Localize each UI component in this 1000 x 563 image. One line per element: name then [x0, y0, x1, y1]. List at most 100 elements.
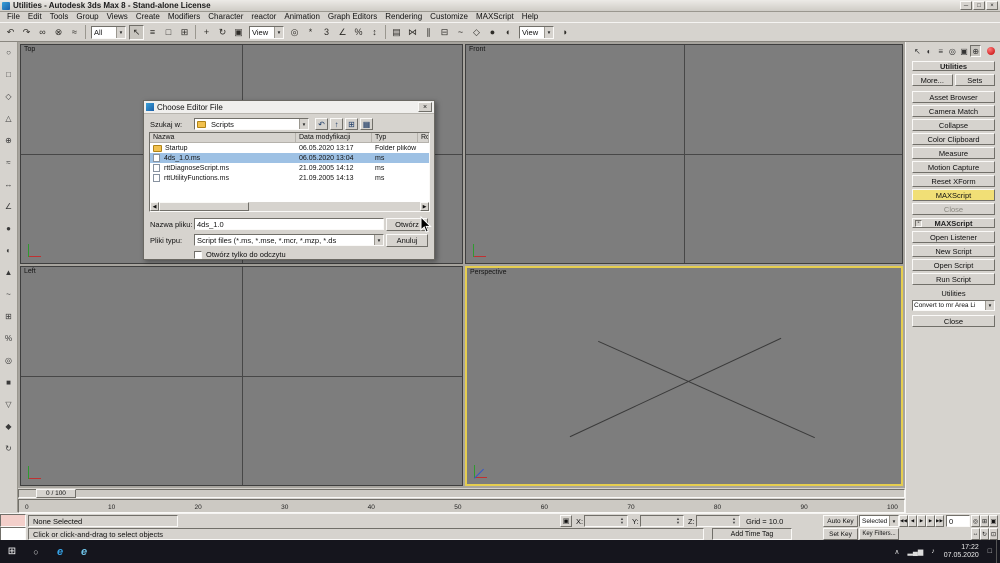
y-coordinate-field[interactable]	[640, 515, 684, 527]
view-menu-icon[interactable]: ▦	[360, 118, 373, 130]
key-filters-button[interactable]: Key Filters...	[859, 528, 899, 540]
utilities-rollout-header[interactable]: Utilities	[912, 61, 995, 71]
add-time-tag[interactable]: Add Time Tag	[712, 528, 792, 540]
column-header-size[interactable]: Ro	[418, 133, 429, 142]
left-tool-icon-9[interactable]: ●	[2, 222, 15, 235]
maximize-button[interactable]: □	[973, 1, 985, 10]
menu-item[interactable]: Edit	[24, 12, 46, 22]
use-pivot-center-icon[interactable]: ◎	[287, 25, 302, 40]
maxscript-rollout-header[interactable]: - MAXScript	[912, 218, 995, 228]
current-frame-field[interactable]: 0	[946, 515, 970, 527]
menu-item[interactable]: Views	[103, 12, 132, 22]
selection-filter-dropdown[interactable]: All▼	[91, 26, 126, 39]
zoom-all-icon[interactable]: ⊞	[980, 515, 989, 527]
camera-match-button[interactable]: Camera Match	[912, 105, 995, 117]
file-type-dropdown[interactable]: Script files (*.ms, *.mse, *.mcr, *.mzp,…	[194, 234, 384, 246]
angle-snap-icon[interactable]: ∠	[335, 25, 350, 40]
viewport-front[interactable]: Front	[465, 44, 903, 264]
tab-display-icon[interactable]: ▣	[959, 45, 970, 57]
goto-start-button[interactable]: ◀◀	[899, 515, 908, 527]
select-and-link-icon[interactable]: ∞	[35, 25, 50, 40]
action-center-icon[interactable]: □	[984, 540, 996, 563]
start-button[interactable]: ⊞	[0, 540, 24, 563]
run-script-button[interactable]: Run Script	[912, 273, 995, 285]
left-tool-icon-15[interactable]: ◎	[2, 354, 15, 367]
unlink-selection-icon[interactable]: ⊗	[51, 25, 66, 40]
snap-toggle-icon[interactable]: 3	[319, 25, 334, 40]
measure-button[interactable]: Measure	[912, 147, 995, 159]
previous-frame-button[interactable]: ◀	[908, 515, 917, 527]
viewport-front-label[interactable]: Front	[469, 46, 485, 53]
time-slider-knob[interactable]: 0 / 100	[36, 489, 76, 498]
show-desktop-button[interactable]	[996, 540, 1000, 563]
quick-render-icon[interactable]: ◑	[557, 25, 572, 40]
maxscript-button[interactable]: MAXScript	[912, 189, 995, 201]
spinner-icon[interactable]	[674, 516, 682, 526]
schematic-view-icon[interactable]: ◇	[469, 25, 484, 40]
left-tool-icon-14[interactable]: %	[2, 332, 15, 345]
menu-item[interactable]: Graph Editors	[324, 12, 381, 22]
left-tool-icon-2[interactable]: □	[2, 68, 15, 81]
x-coordinate-field[interactable]	[584, 515, 628, 527]
color-clipboard-button[interactable]: Color Clipboard	[912, 133, 995, 145]
pan-icon[interactable]: ↔	[971, 528, 980, 540]
left-tool-icon-16[interactable]: ■	[2, 376, 15, 389]
menu-item[interactable]: Modifiers	[164, 12, 204, 22]
select-by-name-icon[interactable]: ≡	[145, 25, 160, 40]
more-button[interactable]: More...	[912, 74, 953, 86]
select-and-scale-icon[interactable]: ▣	[231, 25, 246, 40]
left-tool-icon-13[interactable]: ⊞	[2, 310, 15, 323]
minimize-button[interactable]: ─	[960, 1, 972, 10]
auto-key-button[interactable]: Auto Key	[823, 515, 858, 527]
file-name-input[interactable]: 4ds_1.0	[194, 218, 384, 230]
next-frame-button[interactable]: ▶	[926, 515, 935, 527]
column-header-date[interactable]: Data modyfikacji	[296, 133, 372, 142]
dialog-close-button[interactable]: ×	[418, 102, 432, 112]
render-preset-dropdown[interactable]: View▼	[519, 26, 554, 39]
column-header-name[interactable]: Nazwa	[150, 133, 296, 142]
taskbar-clock[interactable]: 17:22 07.05.2020	[939, 544, 984, 560]
collapse-button[interactable]: Collapse	[912, 119, 995, 131]
edge-taskbar-button[interactable]: e	[48, 540, 72, 563]
zoom-extents-icon[interactable]: ▣	[989, 515, 998, 527]
lock-selection-button[interactable]: ▣	[560, 515, 572, 527]
tab-modify-icon[interactable]: ◐	[924, 45, 935, 57]
scroll-right-icon[interactable]: ▶	[420, 202, 429, 211]
horizontal-scrollbar[interactable]: ◀ ▶	[150, 202, 429, 211]
curve-editor-icon[interactable]: ~	[453, 25, 468, 40]
scrollbar-thumb[interactable]	[159, 202, 249, 211]
network-icon[interactable]: ▂▄▆	[903, 540, 927, 563]
viewport-top-label[interactable]: Top	[24, 46, 35, 53]
zoom-icon[interactable]: ◎	[971, 515, 980, 527]
look-in-dropdown[interactable]: Scripts ▼	[194, 118, 309, 130]
tray-expand-icon[interactable]: ∧	[890, 540, 903, 563]
left-tool-icon-18[interactable]: ◆	[2, 420, 15, 433]
reference-coordinate-dropdown[interactable]: View▼	[249, 26, 284, 39]
left-tool-icon-12[interactable]: ~	[2, 288, 15, 301]
spinner-icon[interactable]	[618, 516, 626, 526]
mr-utility-dropdown[interactable]: Convert to mr Area Li ▼	[912, 300, 995, 311]
rectangular-selection-icon[interactable]: □	[161, 25, 176, 40]
menu-item[interactable]: File	[3, 12, 24, 22]
redo-icon[interactable]: ↷	[19, 25, 34, 40]
file-row[interactable]: Startup 06.05.2020 13:17 Folder plików	[150, 143, 429, 153]
browser-taskbar-button[interactable]: e	[72, 540, 96, 563]
z-coordinate-field[interactable]	[696, 515, 740, 527]
select-and-move-icon[interactable]: +	[199, 25, 214, 40]
spinner-snap-icon[interactable]: ↕	[367, 25, 382, 40]
maxscript-close-button[interactable]: Close	[912, 315, 995, 327]
tab-create-icon[interactable]: ↖	[912, 45, 923, 57]
tab-hierarchy-icon[interactable]: ≡	[935, 45, 946, 57]
play-button[interactable]: ▶	[917, 515, 926, 527]
track-bar[interactable]: 0 10 20 30 40 50 60 70 80 90 100	[18, 499, 905, 513]
left-tool-icon-17[interactable]: ▽	[2, 398, 15, 411]
time-slider-track[interactable]	[18, 489, 905, 498]
cancel-button[interactable]: Anuluj	[386, 234, 428, 247]
scroll-left-icon[interactable]: ◀	[150, 202, 159, 211]
viewport-perspective[interactable]: Perspective	[465, 266, 903, 486]
select-and-rotate-icon[interactable]: ↻	[215, 25, 230, 40]
viewport-perspective-label[interactable]: Perspective	[470, 269, 507, 276]
tab-motion-icon[interactable]: ◎	[947, 45, 958, 57]
time-slider[interactable]: 0 / 100	[18, 488, 905, 499]
menu-item[interactable]: reactor	[247, 12, 280, 22]
